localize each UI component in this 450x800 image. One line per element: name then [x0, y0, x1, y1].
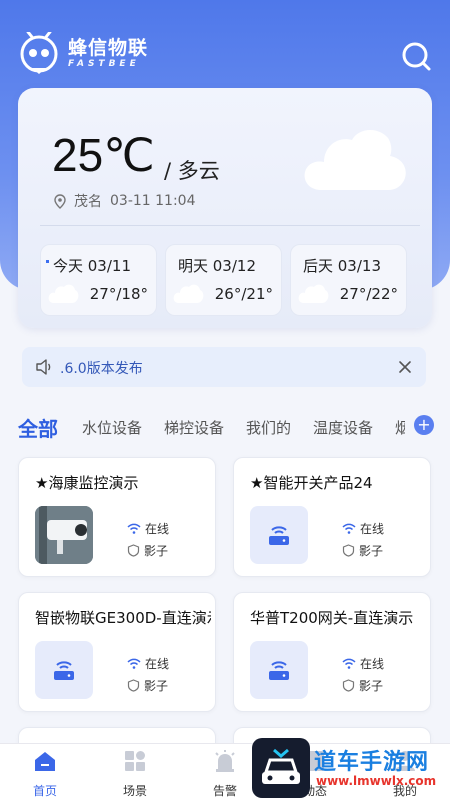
online-status: 在线	[342, 655, 384, 672]
wifi-icon	[342, 523, 356, 534]
bee-logo-icon	[20, 32, 58, 74]
shadow-text: 影子	[144, 679, 169, 693]
online-status: 在线	[127, 520, 169, 537]
nav-label: 场景	[122, 784, 147, 798]
add-tab-button[interactable]: +	[414, 415, 434, 435]
shadow-status: 影子	[127, 542, 168, 559]
forecast-temp: 27°/22°	[339, 285, 398, 303]
shield-icon	[127, 544, 140, 557]
cloud-icon	[304, 129, 406, 190]
forecast-day-label: 今天 03/11	[46, 257, 131, 275]
nav-alarm[interactable]: 告警	[195, 750, 255, 799]
location-pin-icon	[54, 193, 66, 209]
camera-icon	[35, 506, 93, 564]
weather-condition: / 多云	[164, 159, 220, 183]
tab-ours[interactable]: 我们的	[246, 417, 291, 438]
nav-label: 首页	[32, 784, 57, 798]
online-status: 在线	[342, 520, 384, 537]
cloud-icon	[298, 284, 329, 303]
shadow-status: 影子	[342, 677, 383, 694]
location-name: 茂名	[74, 194, 102, 210]
forecast-temp: 27°/18°	[89, 285, 148, 303]
wifi-icon	[127, 658, 141, 669]
shield-icon	[342, 544, 355, 557]
router-thumbnail	[250, 641, 308, 699]
brand: 蜂信物联 FASTBEE	[18, 32, 148, 74]
weather-location-row: 茂名 03-11 11:04	[54, 191, 195, 211]
shield-icon	[127, 679, 140, 692]
brand-name-en: FASTBEE	[68, 59, 140, 69]
notice-bar[interactable]: .6.0版本发布	[22, 347, 426, 387]
router-icon	[269, 526, 289, 545]
brand-name: 蜂信物联	[68, 37, 149, 59]
shadow-status: 影子	[342, 542, 383, 559]
forecast-temp: 26°/21°	[214, 285, 273, 303]
forecast-today: 今天 03/11 27°/18°	[40, 244, 157, 316]
tab-all[interactable]: 全部	[18, 413, 58, 442]
camera-thumbnail	[35, 506, 93, 564]
speaker-icon	[36, 359, 51, 375]
shadow-status: 影子	[127, 677, 168, 694]
weather-card: 25℃ / 多云 茂名 03-11 11:04 今天 03/11 27°/18°…	[18, 88, 432, 328]
watermark-logo-icon	[252, 738, 310, 798]
watermark: 道车手游网 www.lmwwlx.com	[252, 738, 448, 798]
nav-label: 告警	[212, 784, 237, 798]
shadow-text: 影子	[359, 544, 384, 558]
forecast-day-after: 后天 03/13 27°/22°	[290, 244, 407, 316]
category-tabs: 全部 水位设备 梯控设备 我们的 温度设备 烟 +	[18, 412, 450, 442]
shadow-text: 影子	[359, 679, 384, 693]
device-card[interactable]: ★海康监控演示 在线 影子	[18, 457, 216, 577]
nav-home[interactable]: 首页	[15, 750, 75, 799]
home-icon	[35, 752, 55, 771]
device-title: 智嵌物联GE300D-直连演示	[35, 609, 211, 627]
forecast-day-label: 后天 03/13	[303, 257, 381, 275]
wifi-icon	[127, 523, 141, 534]
status-text: 在线	[360, 657, 385, 671]
watermark-url: www.lmwwlx.com	[316, 774, 437, 788]
status-text: 在线	[360, 522, 385, 536]
shield-icon	[342, 679, 355, 692]
cloud-icon	[173, 284, 204, 303]
device-title: 华普T200网关-直连演示	[250, 609, 414, 627]
tab-water-level[interactable]: 水位设备	[82, 417, 142, 438]
close-icon[interactable]	[396, 358, 414, 376]
tab-temperature[interactable]: 温度设备	[313, 417, 373, 438]
device-card[interactable]: 智嵌物联GE300D-直连演示 在线 影子	[18, 592, 216, 712]
router-icon	[269, 661, 289, 680]
search-icon[interactable]	[400, 40, 432, 72]
alarm-icon	[215, 750, 235, 772]
router-thumbnail	[35, 641, 93, 699]
status-text: 在线	[145, 522, 170, 536]
router-icon	[54, 661, 74, 680]
online-status: 在线	[127, 655, 169, 672]
notice-text: .6.0版本发布	[60, 361, 143, 377]
nav-scene[interactable]: 场景	[105, 750, 165, 799]
cloud-icon	[48, 284, 79, 303]
watermark-text: 道车手游网	[314, 750, 430, 775]
grid-icon	[125, 751, 145, 771]
device-title: ★海康监控演示	[35, 474, 139, 492]
forecast-tomorrow: 明天 03/12 26°/21°	[165, 244, 282, 316]
device-card[interactable]: 华普T200网关-直连演示 在线 影子	[233, 592, 431, 712]
device-card[interactable]: ★智能开关产品24 在线 影子	[233, 457, 431, 577]
shadow-text: 影子	[144, 544, 169, 558]
forecast-day-label: 明天 03/12	[178, 257, 256, 275]
weather-datetime: 03-11 11:04	[110, 193, 196, 209]
tab-elevator[interactable]: 梯控设备	[164, 417, 224, 438]
wifi-icon	[342, 658, 356, 669]
current-temperature: 25℃	[52, 129, 155, 181]
weather-divider	[40, 225, 420, 226]
status-text: 在线	[145, 657, 170, 671]
router-thumbnail	[250, 506, 308, 564]
device-title: ★智能开关产品24	[250, 474, 373, 492]
tab-smoke[interactable]: 烟	[395, 417, 405, 438]
